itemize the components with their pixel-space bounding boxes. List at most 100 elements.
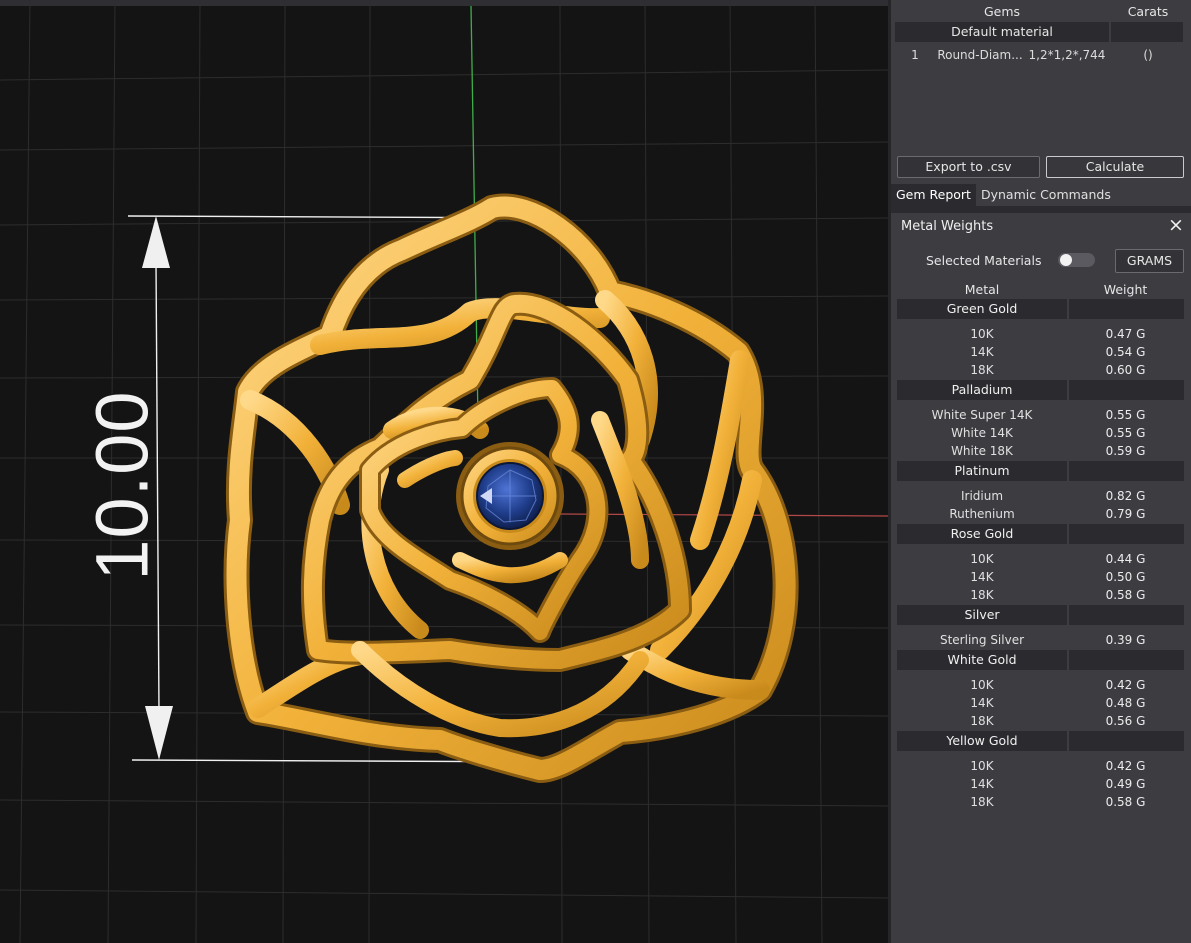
gem-group-row: Default material [895, 22, 1187, 42]
metal-group-rose-gold[interactable]: Rose Gold [897, 524, 1184, 544]
table-row[interactable]: White 14K 0.55 G [897, 424, 1184, 442]
metal-weight: 0.47 G [1105, 327, 1146, 341]
metal-weight: 0.58 G [1105, 795, 1146, 809]
metal-group-green-gold[interactable]: Green Gold [897, 299, 1184, 319]
metal-name: 14K [970, 570, 994, 584]
grams-unit-button[interactable]: GRAMS [1115, 249, 1184, 273]
metal-name: 18K [970, 714, 994, 728]
x-axis-line [559, 513, 888, 517]
group-weight-cell [1069, 650, 1184, 670]
metal-name: White 14K [951, 426, 1013, 440]
table-row[interactable]: 10K 0.44 G [897, 550, 1184, 568]
table-row[interactable]: Iridium 0.82 G [897, 487, 1184, 505]
panel-divider [891, 206, 1191, 213]
gem-group-carats-cell [1111, 22, 1183, 42]
calculate-button[interactable]: Calculate [1046, 156, 1184, 178]
metal-weights-table: Metal Weight Green Gold 10K 0.47 G 14K 0.5… [897, 280, 1184, 811]
metal-table-header: Metal Weight [897, 280, 1184, 298]
group-name: Yellow Gold [897, 731, 1067, 751]
metal-weight: 0.39 G [1105, 633, 1146, 647]
tab-dynamic-commands[interactable]: Dynamic Commands [976, 184, 1116, 206]
selected-materials-toggle[interactable] [1058, 253, 1095, 267]
rose-pendant-model[interactable] [223, 193, 799, 783]
table-row[interactable]: 14K 0.50 G [897, 568, 1184, 586]
metal-weight: 0.55 G [1105, 408, 1146, 422]
metal-weight: 0.54 G [1105, 345, 1146, 359]
metal-weight: 0.50 G [1105, 570, 1146, 584]
group-name: Green Gold [897, 299, 1067, 319]
gems-column-header: Gems [983, 3, 1021, 19]
metal-group-white-gold[interactable]: White Gold [897, 650, 1184, 670]
metal-weights-title: Metal Weights [901, 219, 994, 234]
gem-table-header: Gems Carats [895, 0, 1187, 22]
viewport-scene [0, 0, 888, 943]
table-row[interactable]: 14K 0.49 G [897, 775, 1184, 793]
gem-group-name: Default material [895, 22, 1109, 42]
group-name: Palladium [897, 380, 1067, 400]
metal-weight: 0.42 G [1105, 759, 1146, 773]
metal-name: 10K [970, 759, 994, 773]
metal-name: 14K [970, 345, 994, 359]
group-weight-cell [1069, 299, 1184, 319]
metal-group-silver[interactable]: Silver [897, 605, 1184, 625]
close-icon[interactable]: × [1167, 214, 1185, 236]
metal-name: 18K [970, 588, 994, 602]
gem-index: 1 [911, 48, 919, 62]
metal-group-palladium[interactable]: Palladium [897, 380, 1184, 400]
weight-column-header: Weight [1103, 281, 1148, 297]
metal-name: White 18K [951, 444, 1013, 458]
metal-weight: 0.49 G [1105, 777, 1146, 791]
selected-materials-label: Selected Materials [926, 253, 1042, 268]
metal-name: Iridium [960, 489, 1004, 503]
metal-name: 10K [970, 678, 994, 692]
metal-name: 18K [970, 795, 994, 809]
metal-name: 10K [970, 327, 994, 341]
table-row[interactable]: 10K 0.47 G [897, 325, 1184, 343]
table-row[interactable]: Ruthenium 0.79 G [897, 505, 1184, 523]
side-panel: Gems Carats Default material 1 Round-Dia… [888, 0, 1191, 943]
export-csv-button[interactable]: Export to .csv [897, 156, 1040, 178]
group-name: Silver [897, 605, 1067, 625]
group-weight-cell [1069, 605, 1184, 625]
metal-weight: 0.48 G [1105, 696, 1146, 710]
metal-weight: 0.60 G [1105, 363, 1146, 377]
table-row[interactable]: Sterling Silver 0.39 G [897, 631, 1184, 649]
metal-weight: 0.42 G [1105, 678, 1146, 692]
table-row[interactable]: 1 Round-Diam... 1,2*1,2*,744 () [895, 42, 1187, 68]
table-row[interactable]: 18K 0.60 G [897, 361, 1184, 379]
metal-weight: 0.82 G [1105, 489, 1146, 503]
metal-group-yellow-gold[interactable]: Yellow Gold [897, 731, 1184, 751]
table-row[interactable]: 14K 0.54 G [897, 343, 1184, 361]
table-row[interactable]: White 18K 0.59 G [897, 442, 1184, 460]
group-weight-cell [1069, 524, 1184, 544]
table-row[interactable]: 18K 0.58 G [897, 586, 1184, 604]
metal-name: White Super 14K [931, 408, 1033, 422]
group-name: Platinum [897, 461, 1067, 481]
table-row[interactable]: 18K 0.58 G [897, 793, 1184, 811]
gem-size: 1,2*1,2*,744 [1028, 48, 1106, 62]
metal-group-platinum[interactable]: Platinum [897, 461, 1184, 481]
gem-name: Round-Diam... [937, 48, 1023, 62]
tab-gem-report[interactable]: Gem Report [891, 184, 976, 206]
metal-name: 14K [970, 696, 994, 710]
group-weight-cell [1069, 461, 1184, 481]
carats-column-header: Carats [1127, 3, 1169, 19]
3d-viewport[interactable]: 10.00 [0, 0, 888, 943]
metal-name: 18K [970, 363, 994, 377]
metal-weight: 0.58 G [1105, 588, 1146, 602]
table-row[interactable]: 10K 0.42 G [897, 676, 1184, 694]
metal-name: Ruthenium [949, 507, 1015, 521]
panel-tabs: Gem Report Dynamic Commands [891, 184, 1191, 206]
metal-weight: 0.79 G [1105, 507, 1146, 521]
table-row[interactable]: White Super 14K 0.55 G [897, 406, 1184, 424]
group-name: Rose Gold [897, 524, 1067, 544]
table-row[interactable]: 14K 0.48 G [897, 694, 1184, 712]
metal-weight: 0.56 G [1105, 714, 1146, 728]
table-row[interactable]: 18K 0.56 G [897, 712, 1184, 730]
table-row[interactable]: 10K 0.42 G [897, 757, 1184, 775]
metal-weight: 0.44 G [1105, 552, 1146, 566]
group-weight-cell [1069, 380, 1184, 400]
group-name: White Gold [897, 650, 1067, 670]
metal-column-header: Metal [964, 281, 1000, 297]
toggle-knob [1060, 254, 1072, 266]
